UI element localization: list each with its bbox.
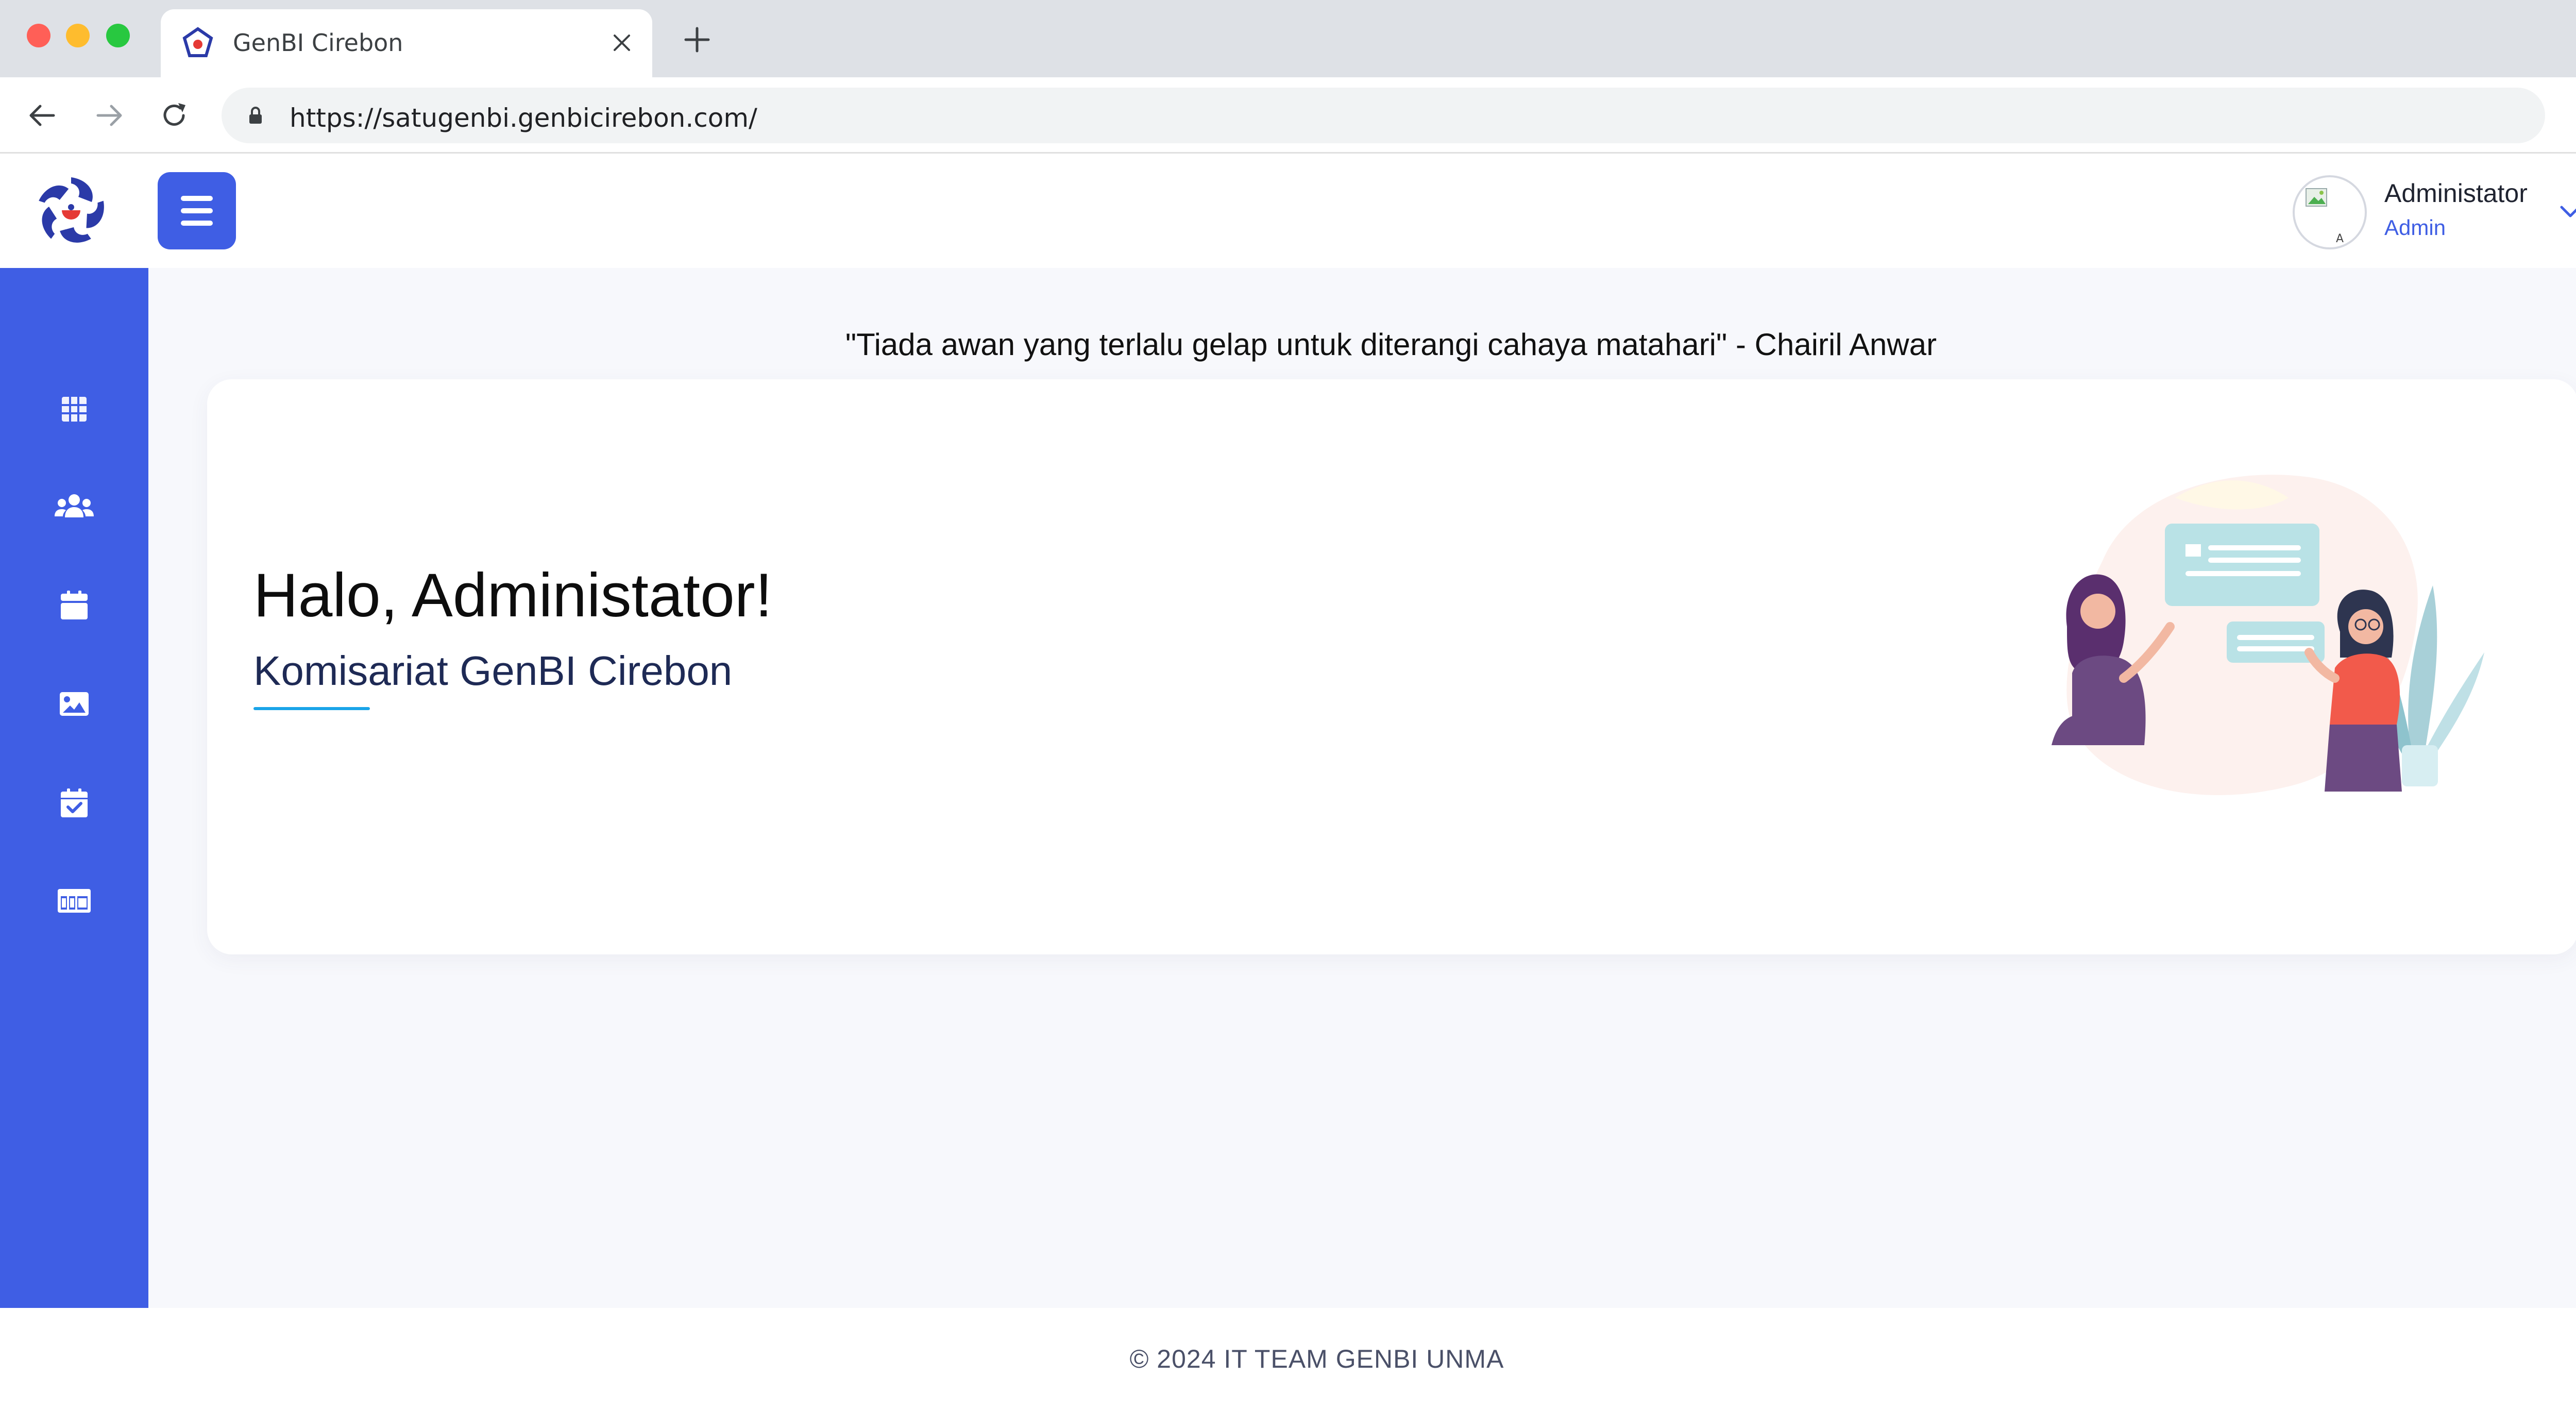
tab-title: GenBI Cirebon	[233, 29, 403, 57]
user-name[interactable]: Administator	[2384, 178, 2528, 208]
table-icon	[58, 889, 91, 913]
sidebar-toggle-button[interactable]	[158, 172, 236, 249]
genbi-favicon-icon	[182, 27, 213, 57]
user-role: Admin	[2384, 215, 2446, 240]
calendar-icon	[61, 591, 88, 619]
window-minimize-button[interactable]	[66, 24, 90, 47]
tab-close-icon[interactable]	[607, 28, 637, 58]
sidebar	[0, 268, 148, 1308]
browser-tab-bar: GenBI Cirebon	[0, 0, 2576, 77]
sidebar-item-schedule[interactable]	[49, 778, 99, 828]
welcome-card: Halo, Administator! Komisariat GenBI Cir…	[207, 379, 2576, 954]
sidebar-item-table[interactable]	[49, 876, 99, 926]
address-bar[interactable]: https://satugenbi.genbicirebon.com/	[222, 88, 2545, 143]
broken-image-icon: A	[2306, 188, 2344, 245]
organization-subtitle: Komisariat GenBI Cirebon	[253, 648, 733, 694]
forward-arrow-icon[interactable]	[91, 97, 128, 134]
reload-icon[interactable]	[156, 97, 193, 134]
greeting-heading: Halo, Administator!	[253, 561, 773, 630]
copyright-text: © 2024 IT TEAM GENBI UNMA	[1129, 1345, 1504, 1373]
app-header: A Administator Admin	[0, 155, 2576, 268]
lock-icon	[249, 107, 262, 124]
window-maximize-button[interactable]	[106, 24, 130, 47]
sidebar-item-calendar[interactable]	[49, 580, 99, 630]
sidebar-item-users[interactable]	[49, 481, 99, 531]
browser-toolbar: https://satugenbi.genbicirebon.com/	[0, 77, 2576, 154]
genbi-logo-icon[interactable]	[30, 170, 112, 253]
calendar-check-icon	[61, 788, 88, 817]
users-group-icon	[55, 494, 94, 517]
new-tab-plus-icon[interactable]	[680, 23, 714, 57]
image-gallery-icon	[60, 692, 89, 716]
back-arrow-icon[interactable]	[24, 97, 61, 134]
sidebar-item-dashboard[interactable]	[49, 384, 99, 434]
svg-text:A: A	[2336, 232, 2344, 245]
main-content: "Tiada awan yang terlalu gelap untuk dit…	[148, 268, 2576, 1308]
footer: © 2024 IT TEAM GENBI UNMA	[0, 1308, 2576, 1411]
dashboard-grid-icon	[62, 397, 87, 422]
window-close-button[interactable]	[27, 24, 50, 47]
conversation-illustration	[2052, 475, 2484, 795]
motivational-quote: "Tiada awan yang terlalu gelap untuk dit…	[845, 327, 1937, 362]
subtitle-underline	[253, 707, 370, 710]
avatar[interactable]: A	[2293, 175, 2367, 249]
sidebar-item-gallery[interactable]	[49, 679, 99, 729]
chevron-down-icon[interactable]	[2555, 197, 2576, 227]
browser-tab[interactable]: GenBI Cirebon	[161, 9, 652, 77]
url-text: https://satugenbi.genbicirebon.com/	[290, 103, 757, 133]
